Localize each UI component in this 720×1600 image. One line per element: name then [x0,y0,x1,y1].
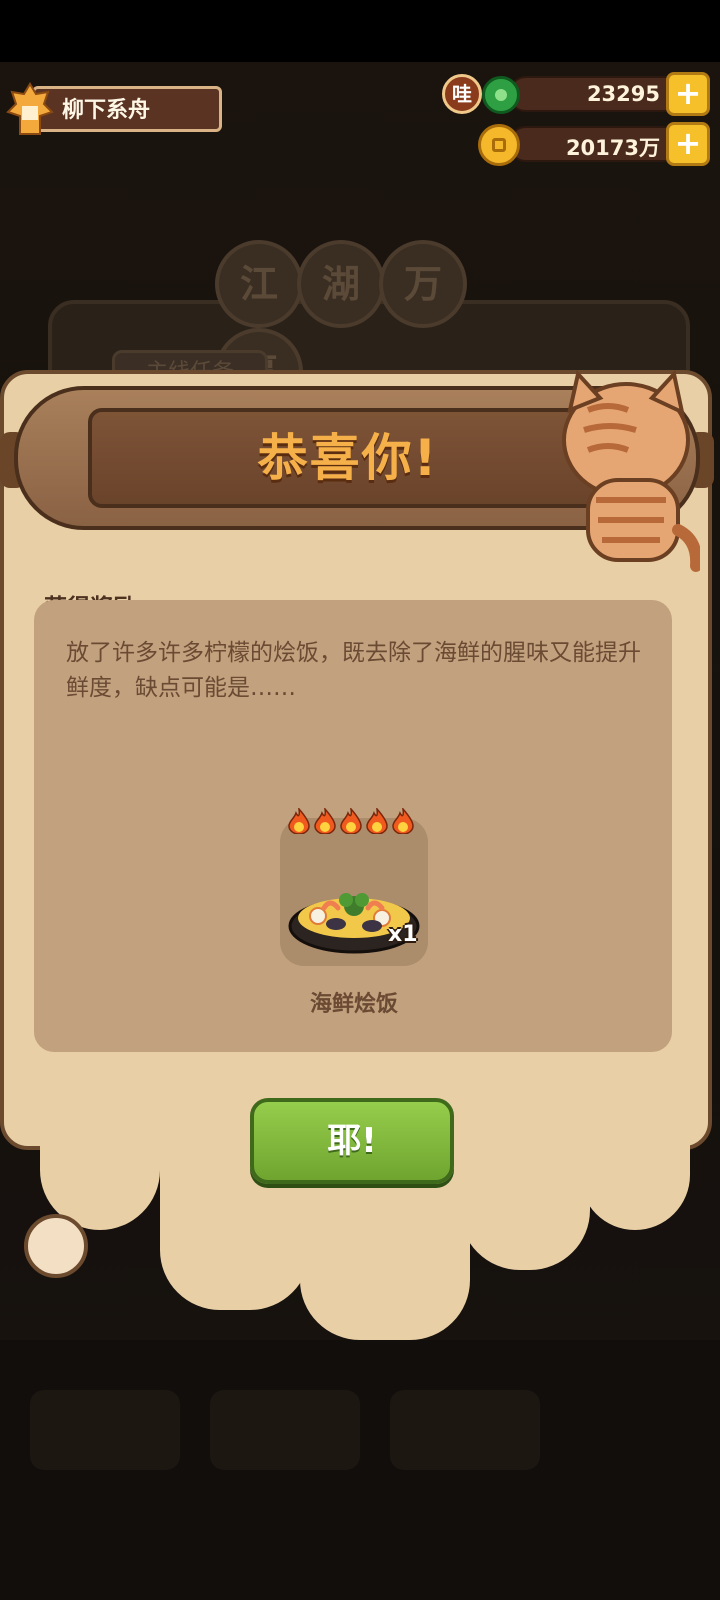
background-bottom-button [30,1390,180,1470]
background-panel-title: 江湖万事 [215,240,515,416]
player-avatar-icon [6,82,54,135]
coin-icon [478,124,520,166]
jade-currency-bar: 哇 23295 + [442,72,710,116]
decorative-ball [24,1214,88,1278]
background-title-char: 湖 [297,240,385,328]
add-coin-button[interactable]: + [666,122,710,166]
flame-icon [314,808,336,834]
status-bar [0,0,720,62]
background-title-char: 江 [215,240,303,328]
cat-mascot-icon [562,370,700,572]
player-name: 柳下系舟 [62,98,151,123]
dialog-title: 恭喜你! [257,429,439,487]
flame-icon [340,808,362,834]
background-bottom-button [390,1390,540,1470]
flame-icon [392,808,414,834]
flame-rating [288,808,420,838]
wa-badge-icon[interactable]: 哇 [442,74,482,114]
player-tag[interactable]: 柳下系舟 [6,82,224,136]
flame-icon [366,808,388,834]
coin-currency-bar: 20173万 + [478,122,710,166]
jade-amount: 23295 [586,82,660,106]
reward-item-name: 海鲜烩饭 [309,992,398,1017]
coin-amount: 20173万 [565,136,660,160]
background-bottom-bar [0,1340,720,1600]
reward-quantity: x1 [388,922,418,947]
flame-icon [288,808,310,834]
add-jade-button[interactable]: + [666,72,710,116]
jade-icon [482,76,520,114]
background-bottom-button [210,1390,360,1470]
confirm-button-label[interactable]: 耶! [250,1098,454,1184]
reward-description: 放了许多许多柠檬的烩饭，既去除了海鲜的腥味又能提升鲜度，缺点可能是…… [66,640,641,701]
background-title-char: 万 [379,240,467,328]
dialog-drip [460,1140,590,1270]
